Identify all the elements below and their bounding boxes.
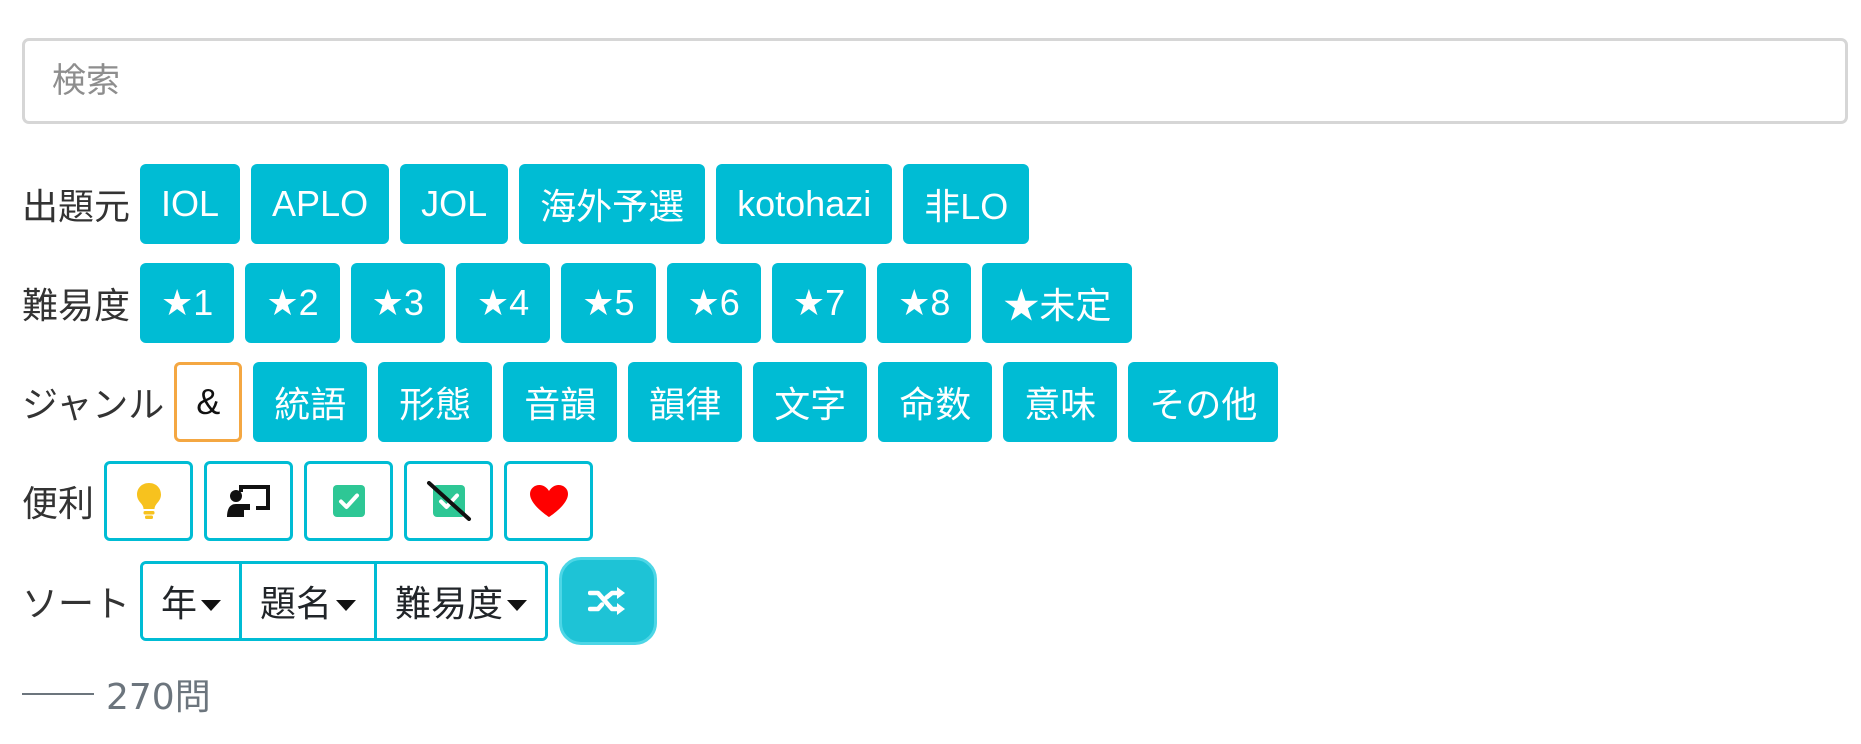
caret-down-icon <box>336 599 357 611</box>
count-dash <box>22 693 94 695</box>
shuffle-icon <box>588 587 626 615</box>
genre-chip-phonology[interactable]: 音韻 <box>503 362 618 442</box>
presentation-toggle-button[interactable] <box>204 461 294 541</box>
genre-label: ジャンル <box>22 385 165 426</box>
genre-filter-row: ジャンル & 統語 形態 音韻 韻律 文字 命数 意味 その他 <box>22 362 1289 442</box>
checkbox-crossed-icon <box>426 481 471 521</box>
sort-by-difficulty-button[interactable]: 難易度 <box>377 564 546 638</box>
difficulty-chip-2[interactable]: ★2 <box>245 263 340 343</box>
shuffle-button[interactable] <box>559 557 658 645</box>
source-chip-aplo[interactable]: APLO <box>251 164 390 244</box>
hint-toggle-button[interactable] <box>104 461 194 541</box>
genre-chip-prosody[interactable]: 韻律 <box>628 362 743 442</box>
sort-by-year-button[interactable]: 年 <box>143 564 243 638</box>
caret-down-icon <box>201 599 222 611</box>
genre-and-toggle[interactable]: & <box>174 362 243 442</box>
source-chip-kotohazi[interactable]: kotohazi <box>716 164 893 244</box>
difficulty-label: 難易度 <box>22 286 131 327</box>
source-filter-row: 出題元 IOL APLO JOL 海外予選 kotohazi 非LO <box>22 164 1040 244</box>
search-input[interactable] <box>22 38 1848 124</box>
source-chip-overseas[interactable]: 海外予選 <box>519 164 706 244</box>
result-count-text: 270問 <box>106 677 211 718</box>
difficulty-chip-3[interactable]: ★3 <box>350 263 445 343</box>
difficulty-chip-6[interactable]: ★6 <box>666 263 761 343</box>
sort-row: ソート 年 題名 難易度 <box>22 557 658 645</box>
difficulty-chip-8[interactable]: ★8 <box>877 263 972 343</box>
chalkboard-teacher-icon <box>226 485 270 517</box>
favorite-filter-button[interactable] <box>504 461 594 541</box>
unsolved-filter-button[interactable] <box>404 461 494 541</box>
sort-button-group: 年 題名 難易度 <box>140 561 549 641</box>
solved-filter-button[interactable] <box>304 461 394 541</box>
sort-by-year-label: 年 <box>161 584 198 625</box>
sort-by-difficulty-label: 難易度 <box>395 584 504 625</box>
genre-chip-semantics[interactable]: 意味 <box>1003 362 1118 442</box>
sort-label: ソート <box>22 584 131 625</box>
lightbulb-icon <box>136 483 161 519</box>
difficulty-chip-7[interactable]: ★7 <box>771 263 867 343</box>
difficulty-chip-4[interactable]: ★4 <box>455 263 551 343</box>
source-label: 出題元 <box>22 187 131 228</box>
difficulty-chip-5[interactable]: ★5 <box>561 263 656 343</box>
sort-by-title-label: 題名 <box>260 584 333 625</box>
checkbox-checked-icon <box>332 485 365 517</box>
result-count: 270問 <box>22 668 211 720</box>
difficulty-chip-undecided[interactable]: ★未定 <box>982 263 1133 343</box>
source-chip-non-lo[interactable]: 非LO <box>903 164 1030 244</box>
genre-chip-writing[interactable]: 文字 <box>753 362 868 442</box>
caret-down-icon <box>507 599 528 611</box>
tools-filter-row: 便利 <box>22 461 604 541</box>
difficulty-chip-1[interactable]: ★1 <box>140 263 235 343</box>
genre-chip-other[interactable]: その他 <box>1128 362 1279 442</box>
source-chip-iol[interactable]: IOL <box>140 164 241 244</box>
genre-chip-morphology[interactable]: 形態 <box>378 362 493 442</box>
genre-chip-numerals[interactable]: 命数 <box>878 362 993 442</box>
source-chip-jol[interactable]: JOL <box>400 164 509 244</box>
heart-icon <box>529 485 568 517</box>
sort-by-title-button[interactable]: 題名 <box>242 564 378 638</box>
tools-label: 便利 <box>22 484 95 525</box>
genre-chip-syntax[interactable]: 統語 <box>253 362 368 442</box>
difficulty-filter-row: 難易度 ★1 ★2 ★3 ★4 ★5 ★6 ★7 ★8 ★未定 <box>22 263 1143 343</box>
